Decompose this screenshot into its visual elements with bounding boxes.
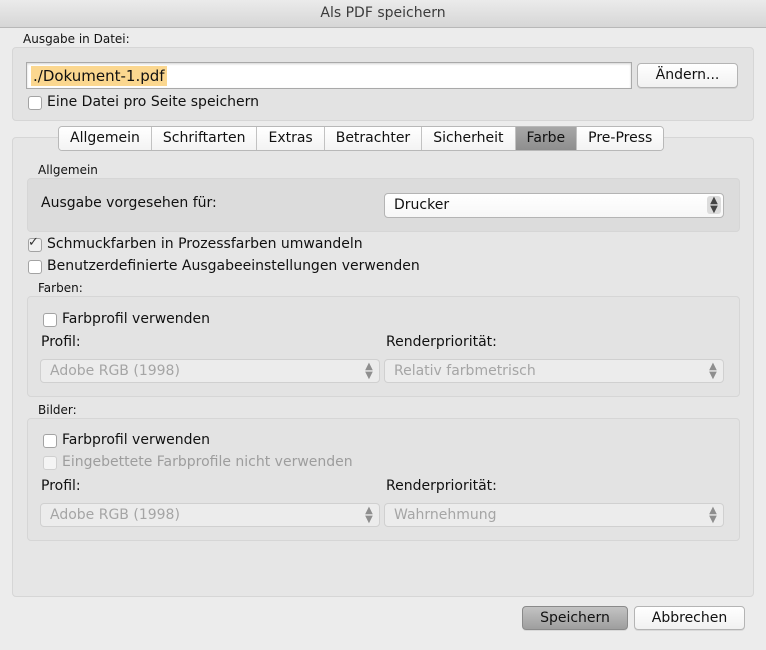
chevron-updown-icon: ▲ ▼: [709, 505, 717, 525]
window-title-bar: Als PDF speichern: [0, 0, 766, 28]
tab-betrachter[interactable]: Betrachter: [324, 127, 423, 150]
per-page-label: Eine Datei pro Seite speichern: [47, 94, 260, 110]
images-rendering-select[interactable]: Wahrnehmung ▲ ▼: [384, 503, 724, 527]
spot-to-process-label: Schmuckfarben in Prozessfarben umwandeln: [47, 236, 363, 252]
tab-sicherheit[interactable]: Sicherheit: [422, 127, 516, 150]
custom-output-label: Benutzerdefinierte Ausgabeeinstellungen …: [47, 258, 420, 274]
save-button[interactable]: Speichern: [522, 606, 628, 630]
chevron-updown-icon: ▲ ▼: [365, 361, 373, 381]
tab-extras[interactable]: Extras: [257, 127, 325, 150]
chevron-updown-icon: ▲ ▼: [707, 196, 721, 215]
colors-use-profile-checkbox[interactable]: [43, 313, 57, 327]
intended-for-select[interactable]: Drucker ▲ ▼: [384, 193, 724, 218]
general-section-label: Allgemein: [38, 163, 98, 177]
no-embedded-profiles-label: Eingebettete Farbprofile nicht verwenden: [62, 454, 353, 470]
images-use-profile-label: Farbprofil verwenden: [62, 432, 211, 448]
chevron-updown-icon: ▲ ▼: [709, 361, 717, 381]
colors-profile-label: Profil:: [41, 334, 81, 350]
tab-bar: Allgemein Schriftarten Extras Betrachter…: [58, 126, 665, 151]
intended-for-label: Ausgabe vorgesehen für:: [41, 195, 217, 211]
colors-section-label: Farben:: [38, 281, 83, 295]
images-use-profile-checkbox[interactable]: [43, 434, 57, 448]
intended-for-value: Drucker: [394, 197, 450, 213]
custom-output-checkbox[interactable]: [28, 260, 42, 274]
tab-pre-press[interactable]: Pre-Press: [577, 127, 664, 150]
images-section-label: Bilder:: [38, 403, 77, 417]
colors-rendering-label: Renderpriorität:: [386, 334, 497, 350]
images-rendering-value: Wahrnehmung: [394, 507, 497, 523]
spot-to-process-checkbox[interactable]: ✓: [28, 235, 42, 252]
colors-profile-value: Adobe RGB (1998): [50, 363, 180, 379]
images-profile-label: Profil:: [41, 478, 81, 494]
tab-schriftarten[interactable]: Schriftarten: [151, 127, 258, 150]
tab-allgemein[interactable]: Allgemein: [59, 127, 152, 150]
colors-rendering-value: Relativ farbmetrisch: [394, 363, 536, 379]
no-embedded-profiles-checkbox[interactable]: [43, 456, 57, 470]
colors-rendering-select[interactable]: Relativ farbmetrisch ▲ ▼: [384, 359, 724, 383]
images-profile-value: Adobe RGB (1998): [50, 507, 180, 523]
tab-farbe[interactable]: Farbe: [515, 127, 578, 150]
output-section-label: Ausgabe in Datei:: [23, 32, 130, 46]
images-profile-select[interactable]: Adobe RGB (1998) ▲ ▼: [40, 503, 380, 527]
chevron-updown-icon: ▲ ▼: [365, 505, 373, 525]
checkmark-icon: ✓: [28, 235, 39, 250]
per-page-checkbox[interactable]: [28, 96, 42, 110]
window-title: Als PDF speichern: [320, 5, 446, 21]
colors-profile-select[interactable]: Adobe RGB (1998) ▲ ▼: [40, 359, 380, 383]
colors-use-profile-label: Farbprofil verwenden: [62, 311, 211, 327]
images-rendering-label: Renderpriorität:: [386, 478, 497, 494]
output-file-value[interactable]: ./Dokument-1.pdf: [31, 66, 167, 86]
change-file-button[interactable]: Ändern...: [637, 63, 738, 88]
output-file-field[interactable]: ./Dokument-1.pdf: [26, 62, 632, 89]
cancel-button[interactable]: Abbrechen: [634, 606, 745, 630]
